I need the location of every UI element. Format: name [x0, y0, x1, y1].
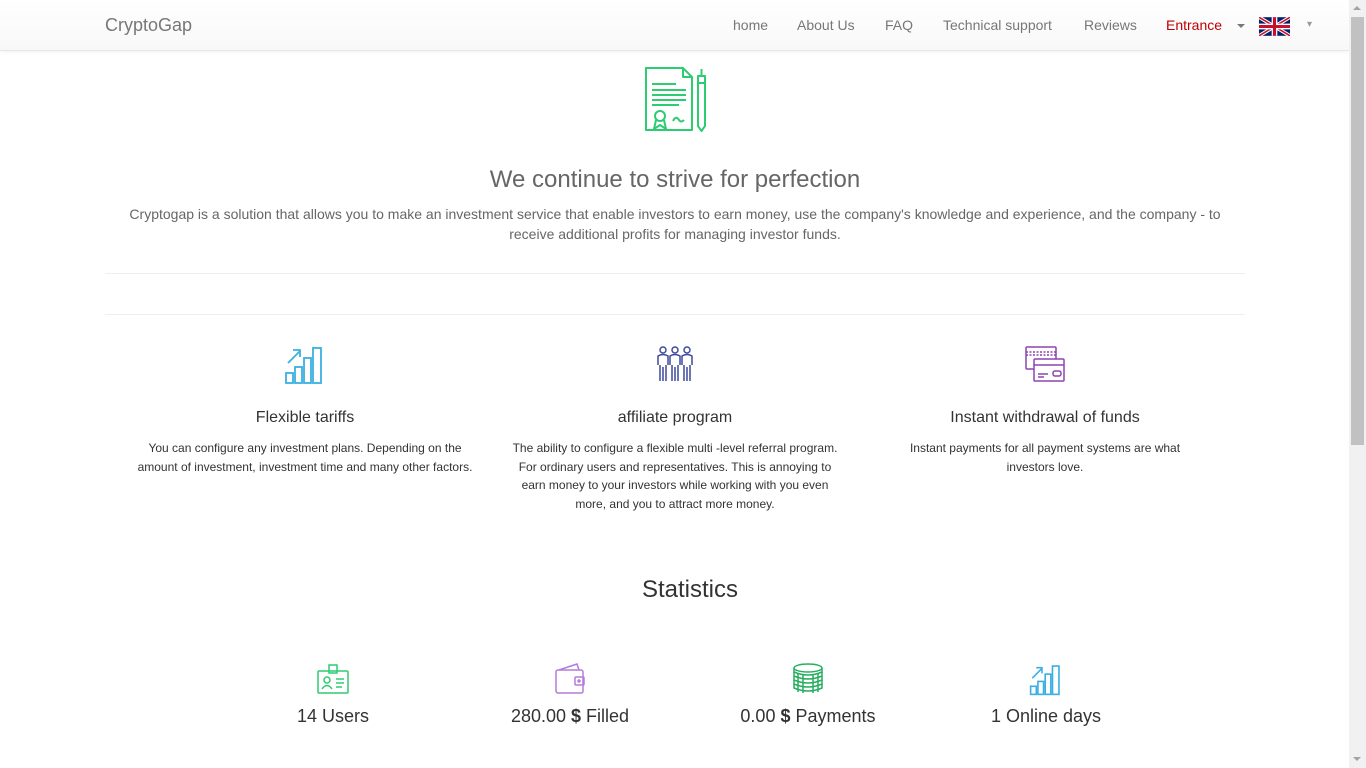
stat-online-days: 1 Online days	[926, 662, 1166, 727]
entrance-caret-icon[interactable]	[1237, 24, 1245, 28]
divider	[105, 273, 1245, 274]
nav-about-us[interactable]: About Us	[797, 17, 855, 33]
growth-chart-icon	[1029, 665, 1060, 696]
feature-instant-withdrawal: Instant withdrawal of funds Instant paym…	[865, 343, 1225, 476]
nav-technical-support[interactable]: Technical support	[943, 17, 1052, 33]
feature-title: Flexible tariffs	[255, 409, 355, 426]
stat-value: 1	[990, 706, 1001, 726]
growth-chart-icon	[285, 347, 322, 384]
stat-value: 14	[296, 706, 317, 726]
currency-symbol: $	[780, 706, 791, 726]
stat-payments-text: 0.00 $ Payments	[688, 706, 928, 727]
scroll-thumb[interactable]	[1351, 17, 1364, 445]
uk-flag-icon[interactable]	[1259, 17, 1290, 36]
stat-value: 280.00	[510, 706, 566, 726]
feature-title: Instant withdrawal of funds	[950, 409, 1140, 426]
coin-stack-icon	[793, 663, 823, 693]
top-navbar: CryptoGap home About Us FAQ Technical su…	[0, 0, 1349, 51]
stat-filled-text: 280.00 $ Filled	[450, 706, 690, 727]
divider	[105, 314, 1245, 315]
page-scrollbar[interactable]	[1349, 0, 1366, 768]
feature-flexible-tariffs: Flexible tariffs You can configure any i…	[125, 343, 485, 476]
stat-value: 0.00	[740, 706, 776, 726]
stat-label: Users	[322, 706, 370, 726]
statistics-title: Statistics	[641, 576, 739, 603]
nav-entrance-dropdown[interactable]: Entrance	[1166, 17, 1222, 33]
brand-logo-link[interactable]: CryptoGap	[105, 15, 192, 36]
currency-symbol: $	[571, 706, 582, 726]
certificate-pen-icon	[645, 67, 706, 132]
hero-description: Cryptogap is a solution that allows you …	[129, 206, 1221, 242]
credit-cards-icon	[1025, 346, 1065, 382]
stat-online-days-text: 1 Online days	[926, 706, 1166, 727]
language-caret-icon[interactable]: ▾	[1307, 19, 1312, 30]
nav-reviews[interactable]: Reviews	[1084, 17, 1137, 33]
people-group-icon	[657, 346, 693, 381]
stat-payments: 0.00 $ Payments	[688, 662, 928, 727]
stat-label: Online days	[1005, 706, 1102, 726]
scroll-down-arrow-icon[interactable]	[1353, 757, 1361, 761]
stat-users: 14 Users	[213, 662, 453, 727]
stat-users-text: 14 Users	[213, 706, 453, 727]
stat-filled: 280.00 $ Filled	[450, 662, 690, 727]
stat-label: Payments	[795, 706, 876, 726]
scroll-up-arrow-icon[interactable]	[1353, 6, 1361, 10]
feature-description: You can configure any investment plans. …	[137, 441, 473, 474]
feature-affiliate-program: affiliate program The ability to configu…	[495, 343, 855, 513]
nav-home[interactable]: home	[733, 17, 768, 33]
wallet-icon	[555, 663, 585, 694]
hero-title: We continue to strive for perfection	[489, 166, 861, 193]
nav-faq[interactable]: FAQ	[885, 17, 913, 33]
id-badge-icon	[317, 664, 349, 694]
feature-description: Instant payments for all payment systems…	[909, 441, 1181, 474]
feature-description: The ability to configure a flexible mult…	[512, 441, 838, 511]
stat-label: Filled	[586, 706, 630, 726]
feature-title: affiliate program	[617, 409, 733, 426]
